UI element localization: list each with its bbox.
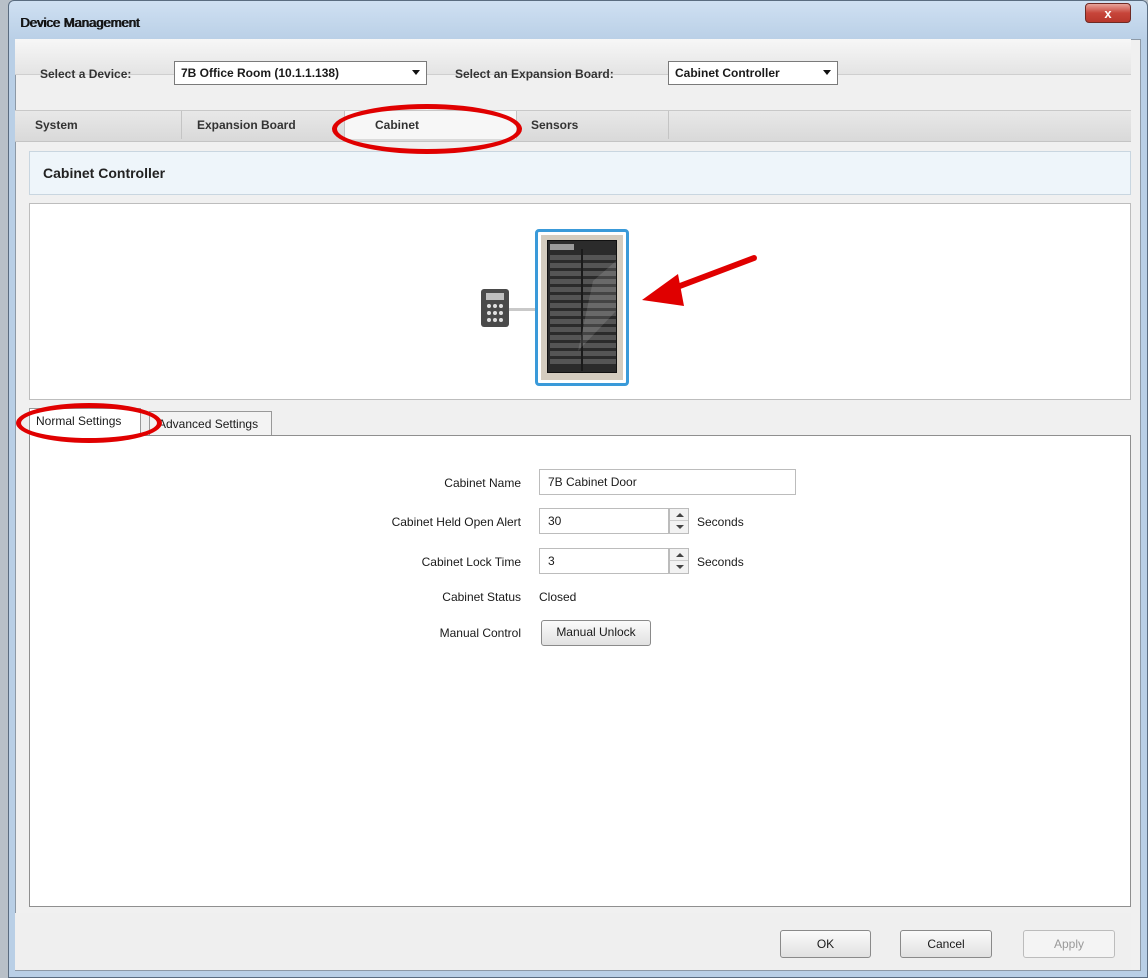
cabinet-status-value: Closed [539,590,577,604]
caret-up-icon [676,513,684,517]
expansion-dropdown[interactable]: Cabinet Controller [668,61,838,85]
device-select-label: Select a Device: [40,67,132,81]
chevron-down-icon [412,70,420,75]
title-bar[interactable]: Device Management x [9,1,1147,39]
manual-unlock-button[interactable]: Manual Unlock [541,620,651,646]
caret-down-icon [676,565,684,569]
cabinet-diagram-panel [29,203,1131,400]
lock-time-field[interactable]: 3 [539,548,669,574]
manual-control-label: Manual Control [439,626,521,640]
tab-system[interactable]: System [15,111,182,139]
stepper-down-button[interactable] [670,521,688,533]
section-title: Cabinet Controller [43,165,166,181]
cabinet-name-field[interactable]: 7B Cabinet Door [539,469,796,495]
close-button[interactable]: x [1085,3,1131,23]
cabinet-status-label: Cabinet Status [442,590,521,604]
held-open-alert-stepper[interactable] [669,508,689,534]
held-open-alert-unit: Seconds [697,515,744,529]
tab-sensors[interactable]: Sensors [517,111,669,139]
caret-down-icon [676,525,684,529]
held-open-alert-value: 30 [548,514,562,528]
cabinet-card[interactable] [535,229,629,386]
chevron-down-icon [823,70,831,75]
main-tab-bar: System Expansion Board Cabinet Sensors [15,110,1131,142]
settings-panel [29,435,1131,907]
expansion-select-label: Select an Expansion Board: [455,67,614,81]
cabinet-tab-highlight [332,104,522,154]
lock-time-unit: Seconds [697,555,744,569]
red-arrow-annotation [642,255,757,306]
held-open-alert-field[interactable]: 30 [539,508,669,534]
lock-time-value: 3 [548,554,555,568]
device-dropdown[interactable]: 7B Office Room (10.1.1.138) [174,61,427,85]
expansion-dropdown-value: Cabinet Controller [675,66,780,80]
stepper-up-button[interactable] [670,549,688,561]
cancel-button[interactable]: Cancel [900,930,992,958]
tab-advanced-settings-label: Advanced Settings [158,417,259,431]
keypad-icon [481,289,509,327]
section-header [29,151,1131,195]
held-open-alert-label: Cabinet Held Open Alert [391,515,521,529]
caret-up-icon [676,553,684,557]
normal-settings-highlight [16,403,162,443]
server-cabinet-icon [541,235,623,380]
stepper-up-button[interactable] [670,509,688,521]
cabinet-name-label: Cabinet Name [444,476,521,490]
device-dropdown-value: 7B Office Room (10.1.1.138) [181,66,340,80]
ok-button[interactable]: OK [780,930,871,958]
window-title-text: Device Management [20,15,140,30]
connection-line [509,308,536,311]
lock-time-stepper[interactable] [669,548,689,574]
cabinet-name-value: 7B Cabinet Door [548,475,637,489]
stepper-down-button[interactable] [670,561,688,573]
tab-expansion-board[interactable]: Expansion Board [182,111,345,139]
apply-button[interactable]: Apply [1023,930,1115,958]
lock-time-label: Cabinet Lock Time [421,555,521,569]
tab-advanced-settings[interactable]: Advanced Settings [149,411,272,437]
